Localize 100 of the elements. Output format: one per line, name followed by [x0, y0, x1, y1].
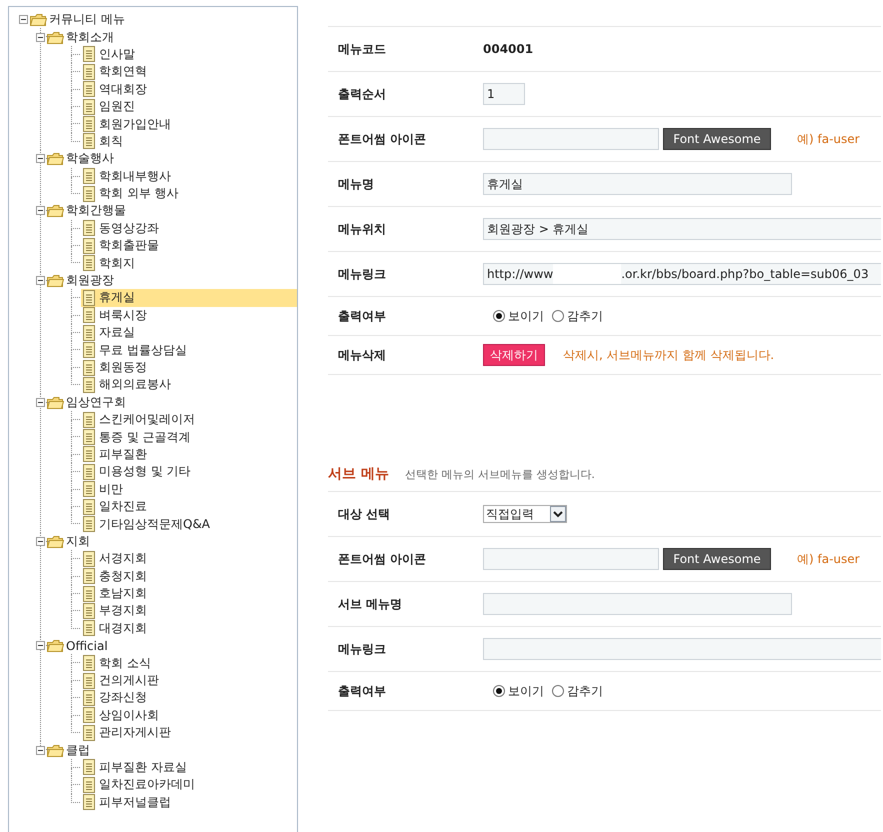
radio-button-icon[interactable]: [493, 310, 505, 322]
document-icon: [81, 360, 97, 376]
tree-item[interactable]: 호남지회: [81, 584, 297, 602]
field-label: 출력여부: [337, 308, 387, 324]
text-field[interactable]: [483, 638, 881, 660]
document-icon: [81, 412, 97, 428]
name-field[interactable]: 휴게실: [483, 173, 792, 195]
field-label: 메뉴위치: [337, 220, 387, 238]
icon-field[interactable]: [483, 548, 659, 570]
field-label: 폰트어썸 아이콘: [337, 550, 428, 568]
radio-option[interactable]: 보이기: [493, 682, 544, 700]
tree-item[interactable]: 미용성형 및 기타: [81, 463, 297, 481]
font-awesome-button[interactable]: Font Awesome: [663, 548, 771, 570]
tree-item[interactable]: 학회출판물: [81, 237, 297, 254]
radio-button-icon[interactable]: [552, 310, 564, 322]
document-icon: [81, 776, 97, 793]
document-icon: [81, 429, 97, 446]
icon-field[interactable]: [483, 128, 659, 150]
document-icon: [81, 307, 97, 324]
document-icon: [81, 186, 97, 202]
tree-item[interactable]: 클럽: [36, 741, 297, 759]
tree-item[interactable]: 일차진료아카데미: [81, 776, 297, 794]
tree-item[interactable]: 피부저널클럽: [81, 794, 297, 811]
tree-item[interactable]: 피부질환 자료실: [81, 758, 297, 776]
tree-item[interactable]: 역대회장: [81, 80, 297, 98]
tree-item[interactable]: 학회내부행사: [81, 168, 297, 185]
tree-item[interactable]: 통증 및 근골격계: [81, 428, 297, 446]
folder-icon: [47, 394, 64, 410]
tree-item[interactable]: 스킨케어및레이저: [81, 410, 297, 428]
tree-item[interactable]: 대경지회: [81, 620, 297, 638]
dropdown-caret-icon[interactable]: [550, 506, 566, 522]
tree-item[interactable]: 휴게실: [81, 289, 297, 307]
collapse-icon[interactable]: [36, 398, 45, 407]
tree-item[interactable]: 임상연구회: [36, 394, 297, 411]
tree-item[interactable]: 일차진료: [81, 498, 297, 516]
collapse-icon[interactable]: [36, 32, 45, 42]
collapse-icon[interactable]: [19, 15, 28, 24]
tree-item[interactable]: 강좌신청: [81, 689, 297, 707]
tree-item[interactable]: 학회 소식: [81, 654, 297, 672]
tree-item[interactable]: 학회지: [81, 254, 297, 272]
target-select[interactable]: 직접입력: [483, 505, 567, 523]
tree-item[interactable]: 동영상강좌: [81, 220, 297, 238]
text-field[interactable]: 회원광장 > 휴게실: [483, 218, 881, 240]
collapse-icon[interactable]: [36, 746, 45, 755]
tree-item[interactable]: 학회간행물: [36, 202, 297, 220]
tree-item[interactable]: 기타임상적문제Q&A: [81, 515, 297, 533]
tree-item[interactable]: 관리자게시판: [81, 724, 297, 742]
tree-item[interactable]: 학회소개: [36, 28, 297, 46]
collapse-icon[interactable]: [36, 206, 45, 216]
tree-item[interactable]: 건의게시판: [81, 672, 297, 690]
collapse-icon[interactable]: [36, 641, 45, 650]
tree-item[interactable]: 학술행사: [36, 150, 297, 168]
tree-item[interactable]: 부경지회: [81, 602, 297, 620]
field-label: 메뉴삭제: [337, 346, 387, 364]
tree-item[interactable]: 무료 법률상담실: [81, 341, 297, 359]
document-icon: [81, 446, 97, 462]
tree-item[interactable]: 벼룩시장: [81, 306, 297, 324]
order-field[interactable]: 1: [483, 83, 525, 105]
collapse-icon[interactable]: [36, 154, 45, 164]
tree-item[interactable]: 자료실: [81, 324, 297, 342]
folder-icon: [47, 638, 64, 654]
document-icon: [81, 707, 97, 724]
document-icon: [81, 46, 97, 62]
radio-option[interactable]: 감추기: [552, 682, 603, 700]
font-awesome-button[interactable]: Font Awesome: [663, 128, 771, 150]
tree-item[interactable]: 임원진: [81, 98, 297, 116]
collapse-icon[interactable]: [36, 536, 45, 546]
document-icon: [81, 672, 97, 689]
document-icon: [81, 376, 97, 393]
tree-item[interactable]: 회원광장: [36, 272, 297, 290]
tree-item[interactable]: 회원가입안내: [81, 115, 297, 133]
document-icon: [81, 620, 97, 636]
delete-button[interactable]: 삭제하기: [483, 344, 545, 366]
document-icon: [81, 238, 97, 254]
radio-option[interactable]: 보이기: [493, 308, 544, 324]
tree-item[interactable]: 학회연혁: [81, 63, 297, 81]
link-field[interactable]: http://www .or.kr/bbs/board.php?bo_table=sub06_03: [483, 263, 881, 285]
radio-option[interactable]: 감추기: [552, 308, 603, 324]
tree-item[interactable]: 지회: [36, 532, 297, 550]
tree-item[interactable]: 회원동정: [81, 358, 297, 376]
document-icon: [81, 759, 97, 776]
name-field[interactable]: [483, 593, 792, 615]
tree-item[interactable]: Official: [36, 637, 297, 654]
field-label: 메뉴코드: [337, 40, 387, 58]
tree-item[interactable]: 충청지회: [81, 568, 297, 585]
document-icon: [81, 655, 97, 672]
tree-item[interactable]: 회칙: [81, 132, 297, 150]
tree-item[interactable]: 학회 외부 행사: [81, 184, 297, 202]
tree-item[interactable]: 해외의료봉사: [81, 376, 297, 394]
tree-item[interactable]: 인사말: [81, 46, 297, 64]
document-icon: [81, 602, 97, 619]
tree-item[interactable]: 비만: [81, 480, 297, 498]
collapse-icon[interactable]: [36, 276, 45, 286]
tree-item[interactable]: 커뮤니티 메뉴: [19, 11, 297, 28]
radio-button-icon[interactable]: [493, 685, 505, 697]
radio-button-icon[interactable]: [552, 685, 564, 697]
tree-item[interactable]: 상임이사회: [81, 706, 297, 724]
document-icon: [81, 481, 97, 498]
tree-item[interactable]: 서경지회: [81, 550, 297, 568]
tree-item[interactable]: 피부질환: [81, 446, 297, 464]
